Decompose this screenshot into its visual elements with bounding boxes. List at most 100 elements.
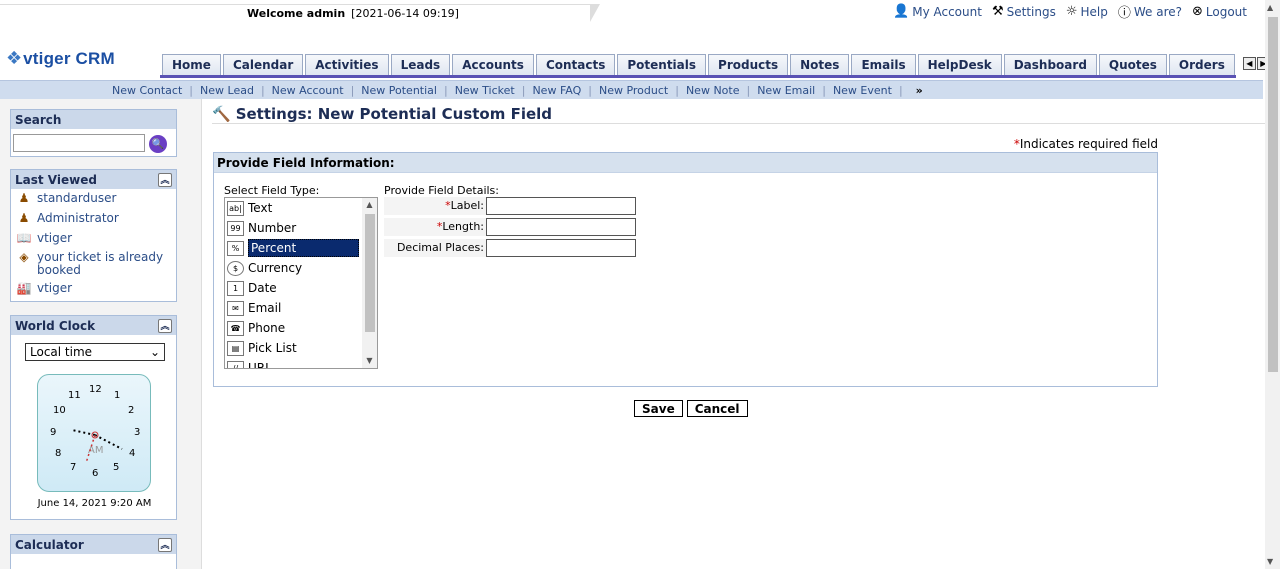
scroll-up-icon[interactable]: ▲ xyxy=(364,200,375,210)
new-note-link[interactable]: New Note xyxy=(686,84,740,97)
decimal-places-row: Decimal Places: xyxy=(384,239,636,257)
search-panel-header: Search xyxy=(11,110,176,129)
tab-home[interactable]: Home xyxy=(162,54,221,75)
main-content: 🔨 Settings: New Potential Custom Field *… xyxy=(202,99,1265,569)
scroll-down-icon[interactable]: ▼ xyxy=(1267,557,1273,566)
collapse-icon[interactable]: ︽ xyxy=(158,537,172,552)
length-field-label: *Length: xyxy=(384,218,486,236)
more-chevron-icon[interactable]: » xyxy=(916,84,923,97)
we-are-link[interactable]: ⓘ We are? xyxy=(1118,2,1182,22)
field-type-list[interactable]: ab| Text 99 Number % Percent $ Currency 1 Dat… xyxy=(224,197,378,369)
new-event-link[interactable]: New Event xyxy=(833,84,892,97)
tab-emails[interactable]: Emails xyxy=(851,54,916,75)
url-field-icon: // xyxy=(227,360,244,368)
scroll-thumb[interactable] xyxy=(365,214,375,332)
tab-helpdesk[interactable]: HelpDesk xyxy=(917,54,1002,75)
field-type-scrollbar[interactable]: ▲ ▼ xyxy=(362,198,377,368)
logout-link[interactable]: ⊗ Logout xyxy=(1192,2,1247,21)
tab-contacts[interactable]: Contacts xyxy=(535,54,616,75)
calculator-title: Calculator xyxy=(15,537,84,552)
page-scrollbar[interactable]: ▲ ▼ xyxy=(1265,0,1280,569)
close-circle-icon: ⊗ xyxy=(1192,4,1203,19)
page-title-text: Settings: New Potential Custom Field xyxy=(235,105,553,123)
field-type-email[interactable]: ✉ Email xyxy=(225,298,377,318)
timezone-select[interactable]: Local time ⌄ xyxy=(25,343,165,361)
settings-link[interactable]: ⚒ Settings xyxy=(992,2,1056,21)
search-input[interactable] xyxy=(13,134,145,152)
settings-label: Settings xyxy=(1006,4,1056,19)
tab-notes[interactable]: Notes xyxy=(790,54,850,75)
book-icon: 📖 xyxy=(16,231,32,245)
decimal-places-field-label: Decimal Places: xyxy=(384,239,486,257)
new-ticket-link[interactable]: New Ticket xyxy=(455,84,515,97)
user-icon: 👤 xyxy=(893,4,910,19)
last-viewed-panel: Last Viewed ︽ ♟ standarduser ♟ Administrato… xyxy=(10,169,177,302)
tab-orders[interactable]: Orders xyxy=(1168,54,1235,75)
cancel-button[interactable]: Cancel xyxy=(686,400,748,417)
field-type-date[interactable]: 1 Date xyxy=(225,278,377,298)
user-icon: ♟ xyxy=(18,211,30,225)
new-potential-link[interactable]: New Potential xyxy=(361,84,437,97)
save-button[interactable]: Save xyxy=(634,400,683,417)
last-viewed-item[interactable]: ♟ standarduser xyxy=(11,191,176,206)
new-faq-link[interactable]: New FAQ xyxy=(532,84,581,97)
search-panel-title: Search xyxy=(15,112,62,127)
tab-calendar[interactable]: Calendar xyxy=(222,54,304,75)
paw-icon: ❖ xyxy=(6,48,23,69)
analog-clock: 12 1 2 3 4 5 6 7 8 9 10 11 AM xyxy=(37,374,151,492)
field-type-currency[interactable]: $ Currency xyxy=(225,258,377,278)
my-account-link[interactable]: 👤 My Account xyxy=(893,2,982,21)
collapse-icon[interactable]: ︽ xyxy=(158,172,172,187)
new-lead-link[interactable]: New Lead xyxy=(200,84,254,97)
last-viewed-item[interactable]: ♟ Administrator xyxy=(11,211,176,226)
field-info-form: Provide Field Information: Select Field … xyxy=(213,152,1158,387)
search-icon[interactable]: 🔍 xyxy=(149,135,167,153)
page-title: 🔨 Settings: New Potential Custom Field xyxy=(212,105,552,123)
field-type-phone[interactable]: ☎ Phone xyxy=(225,318,377,338)
world-clock-title: World Clock xyxy=(15,318,96,333)
tab-activities[interactable]: Activities xyxy=(305,54,389,75)
label-input[interactable] xyxy=(486,197,636,215)
page-scroll-thumb[interactable] xyxy=(1268,17,1278,372)
hammer-icon: 🔨 xyxy=(212,105,231,123)
tab-left-arrow-icon[interactable]: ◀ xyxy=(1242,57,1256,70)
scroll-down-icon[interactable]: ▼ xyxy=(364,356,375,366)
last-viewed-item[interactable]: 🏭 vtiger xyxy=(11,281,176,296)
date-field-icon: 1 xyxy=(227,280,244,296)
clock-hands xyxy=(71,429,123,464)
main-tabs: Home Calendar Activities Leads Accounts … xyxy=(162,54,1270,75)
last-viewed-item[interactable]: ◈ your ticket is already booked xyxy=(11,250,176,278)
tab-quotes[interactable]: Quotes xyxy=(1098,54,1167,75)
tab-leads[interactable]: Leads xyxy=(390,54,451,75)
field-type-percent[interactable]: % Percent xyxy=(225,238,377,258)
new-account-link[interactable]: New Account xyxy=(272,84,344,97)
building-icon: 🏭 xyxy=(16,281,32,295)
tab-dashboard[interactable]: Dashboard xyxy=(1003,54,1097,75)
field-type-url[interactable]: //URL xyxy=(225,358,377,368)
new-email-link[interactable]: New Email xyxy=(757,84,815,97)
help-link[interactable]: ☼ Help xyxy=(1066,2,1108,21)
form-header: Provide Field Information: xyxy=(214,153,1157,173)
vtiger-logo[interactable]: ❖ vtiger CRM xyxy=(6,48,115,69)
label-row: *Label: xyxy=(384,197,636,215)
calculator-header: Calculator ︽ xyxy=(11,535,176,554)
phone-field-icon: ☎ xyxy=(227,320,244,336)
text-field-icon: ab| xyxy=(227,200,244,216)
tab-products[interactable]: Products xyxy=(708,54,789,75)
title-divider xyxy=(212,123,1265,124)
quick-create-bar: New Contact | New Lead | New Account | New … xyxy=(0,80,1263,99)
new-product-link[interactable]: New Product xyxy=(599,84,668,97)
last-viewed-item[interactable]: 📖 vtiger xyxy=(11,231,176,246)
field-type-number[interactable]: 99 Number xyxy=(225,218,377,238)
length-input[interactable] xyxy=(486,218,636,236)
decimal-places-input[interactable] xyxy=(486,239,636,257)
calculator-panel: Calculator ︽ xyxy=(10,534,177,569)
tab-potentials[interactable]: Potentials xyxy=(617,54,707,75)
field-type-picklist[interactable]: ▤ Pick List xyxy=(225,338,377,358)
welcome-text: Welcome admin [2021-06-14 09:19] xyxy=(247,7,459,20)
tab-accounts[interactable]: Accounts xyxy=(452,54,534,75)
collapse-icon[interactable]: ︽ xyxy=(158,318,172,333)
scroll-up-icon[interactable]: ▲ xyxy=(1267,3,1273,12)
new-contact-link[interactable]: New Contact xyxy=(112,84,182,97)
field-type-text[interactable]: ab| Text xyxy=(225,198,377,218)
